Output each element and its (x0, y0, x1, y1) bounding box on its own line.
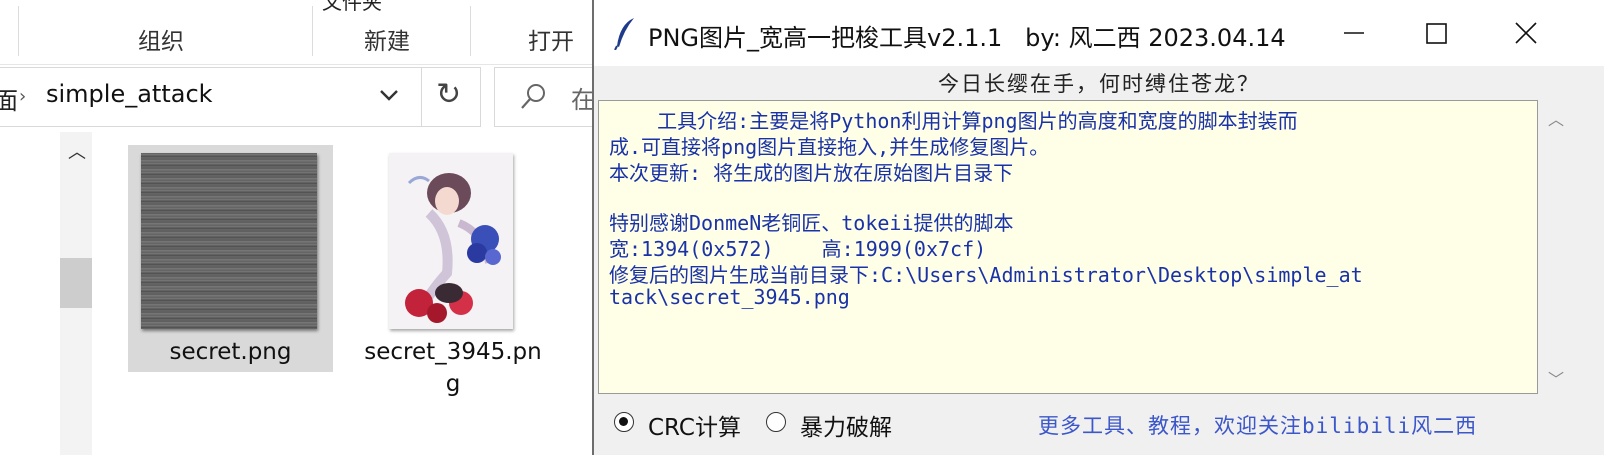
scroll-down-icon[interactable]: ﹀ (1548, 366, 1564, 390)
scroll-up-icon[interactable]: ︿ (1548, 106, 1564, 130)
footer-credit-link[interactable]: 更多工具、教程，欢迎关注bilibili风二西 (1038, 410, 1477, 440)
ribbon-separator (18, 6, 19, 56)
close-icon (1515, 22, 1537, 44)
feather-icon (614, 18, 634, 50)
ribbon-separator (312, 6, 313, 56)
motto-label: 今日长缨在手，何时缚住苍龙？ (938, 72, 1260, 96)
refresh-button[interactable]: ↻ (421, 67, 481, 127)
brute-force-radio-label[interactable]: 暴力破解 (800, 408, 892, 442)
breadcrumb-chevron-icon[interactable]: › (19, 86, 26, 107)
output-textbox[interactable]: 工具介绍:主要是将Python利用计算png图片的高度和宽度的脚本封装而 成.可… (598, 100, 1538, 394)
ribbon-group-open[interactable]: 打开 (528, 22, 574, 56)
scroll-up-icon[interactable]: ︿ (68, 138, 86, 164)
brute-force-radio[interactable] (766, 412, 786, 432)
ribbon-group-new[interactable]: 新建 (364, 22, 410, 56)
maximize-icon (1426, 23, 1447, 44)
output-line: tack\secret_3945.png (609, 285, 850, 309)
minimize-button[interactable] (1314, 10, 1394, 56)
ribbon-top-label: 文件夹 (322, 0, 382, 14)
output-line: 特别感谢DonmeN老铜匠、tokeii提供的脚本 (609, 211, 1014, 235)
maximize-button[interactable] (1396, 10, 1476, 56)
crc-radio[interactable] (614, 412, 634, 432)
file-name-line2: g (445, 371, 461, 397)
minimize-icon (1344, 32, 1364, 34)
chevron-down-icon[interactable] (376, 82, 402, 108)
png-tool-window: PNG图片_宽高一把梭工具v2.1.1 by: 风二西 2023.04.14 今… (592, 0, 1604, 455)
file-name: secret.png (169, 339, 292, 365)
output-scrollbar[interactable]: ︿ ﹀ (1542, 100, 1570, 394)
file-thumbnail-illustration (389, 153, 513, 329)
output-line: 宽:1394(0x572) 高:1999(0x7cf) (609, 237, 987, 261)
file-name-line1: secret_3945.pn (364, 339, 542, 365)
search-icon (521, 84, 545, 109)
output-line: 修复后的图片生成当前目录下:C:\Users\Administrator\Des… (609, 263, 1363, 287)
output-line: 成.可直接将png图片直接拖入,并生成修复图片。 (609, 135, 1050, 159)
output-line: 工具介绍:主要是将Python利用计算png图片的高度和宽度的脚本封装而 (609, 109, 1298, 133)
window-title: PNG图片_宽高一把梭工具v2.1.1 by: 风二西 2023.04.14 (648, 24, 1286, 52)
output-line: 本次更新: 将生成的图片放在原始图片目录下 (609, 161, 1014, 185)
scrollbar-thumb[interactable] (60, 258, 92, 308)
address-bar[interactable]: 面 › simple_attack (0, 67, 422, 127)
refresh-icon: ↻ (436, 77, 462, 112)
breadcrumb-current-folder[interactable]: simple_attack (46, 80, 213, 108)
close-button[interactable] (1486, 10, 1566, 56)
ribbon-group-organize[interactable]: 组织 (138, 22, 184, 56)
title-bar[interactable]: PNG图片_宽高一把梭工具v2.1.1 by: 风二西 2023.04.14 (594, 0, 1604, 66)
breadcrumb-prefix[interactable]: 面 (0, 81, 18, 116)
file-thumbnail-noise (141, 153, 317, 329)
crc-radio-label[interactable]: CRC计算 (648, 408, 741, 442)
ribbon-separator (470, 6, 471, 56)
